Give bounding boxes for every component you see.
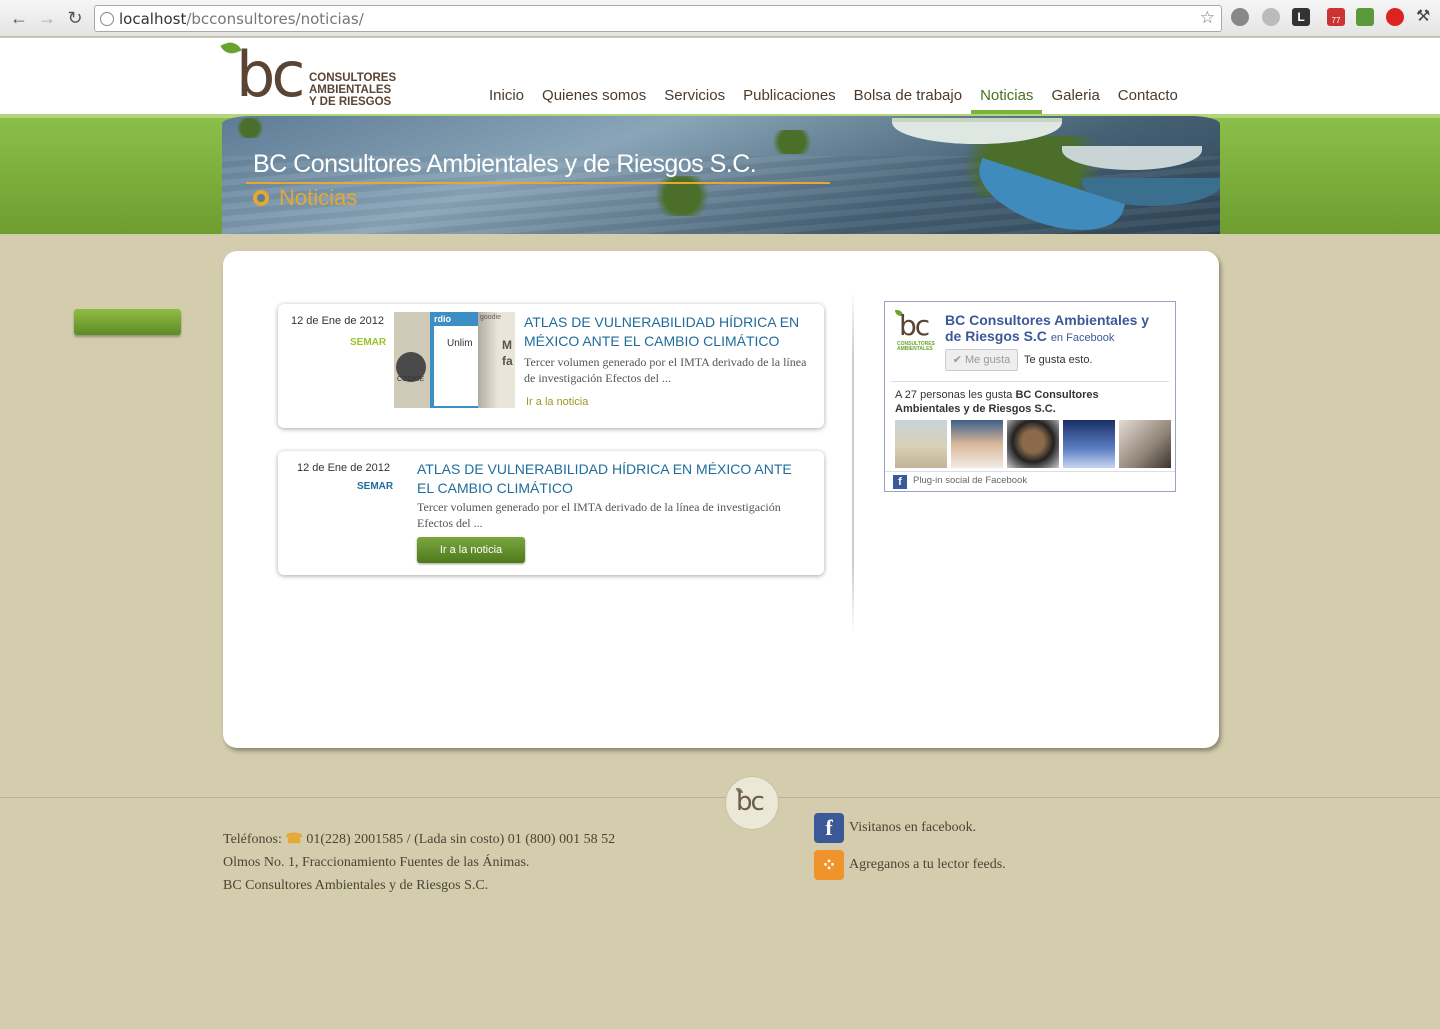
- bookmark-star-icon[interactable]: ☆: [1200, 8, 1215, 28]
- banner-image: BC Consultores Ambientales y de Riesgos …: [222, 116, 1220, 234]
- facebook-you-like-text: Te gusta esto.: [1024, 354, 1093, 366]
- news-date: 12 de Ene de 2012: [297, 462, 390, 474]
- footer-rss-link[interactable]: ⁘ Agreganos a tu lector feeds.: [814, 850, 1006, 880]
- footer-company: BC Consultores Ambientales y de Riesgos …: [223, 878, 489, 893]
- facebook-fan-avatar[interactable]: [951, 420, 1003, 468]
- reload-icon[interactable]: ↻: [64, 7, 86, 29]
- facebook-page-avatar[interactable]: bc CONSULTORES AMBIENTALES: [893, 310, 937, 354]
- banner-title: BC Consultores Ambientales y de Riesgos …: [253, 150, 757, 178]
- extension-globe-icon[interactable]: [1262, 8, 1280, 26]
- sidebar-button[interactable]: [74, 309, 181, 335]
- menu-item-servicios[interactable]: Servicios: [655, 88, 734, 114]
- footer-divider: [0, 797, 1440, 798]
- facebook-fan-avatar[interactable]: [895, 420, 947, 468]
- read-more-button[interactable]: Ir a la noticia: [417, 537, 525, 563]
- bullet-icon: [253, 190, 269, 206]
- column-divider: [852, 290, 854, 635]
- logo-text: CONSULTORES AMBIENTALES Y DE RIESGOS: [309, 72, 397, 108]
- browser-toolbar: ← → ↻ localhost/bcconsultores/noticias/ …: [0, 0, 1440, 37]
- rss-icon: ⁘: [814, 850, 844, 880]
- news-excerpt: Tercer volumen generado por el IMTA deri…: [524, 355, 807, 385]
- footer-address: Olmos No. 1, Fraccionamiento Fuentes de …: [223, 855, 530, 870]
- site-logo[interactable]: bc CONSULTORES AMBIENTALES Y DE RIESGOS: [220, 38, 402, 112]
- facebook-icon: f: [893, 475, 907, 489]
- forward-icon[interactable]: →: [36, 7, 58, 29]
- read-more-link[interactable]: Ir a la noticia: [526, 396, 588, 408]
- menu-item-contacto[interactable]: Contacto: [1109, 88, 1187, 114]
- news-item: 12 de Ene de 2012 SEMAR COOKIE rdio Unli…: [278, 304, 824, 428]
- extension-mail-icon[interactable]: 77: [1327, 8, 1345, 26]
- news-title[interactable]: ATLAS DE VULNERABILIDAD HÍDRICA EN MÉXIC…: [417, 460, 812, 498]
- menu-item-bolsa-de-trabajo[interactable]: Bolsa de trabajo: [845, 88, 971, 114]
- page-icon: [100, 12, 114, 26]
- extension-l-icon[interactable]: L: [1292, 8, 1310, 26]
- site-header: bc CONSULTORES AMBIENTALES Y DE RIESGOS …: [0, 38, 1440, 114]
- news-excerpt: Tercer volumen generado por el IMTA deri…: [417, 500, 781, 530]
- news-item: 12 de Ene de 2012 SEMAR ATLAS DE VULNERA…: [278, 451, 824, 575]
- facebook-fan-avatar[interactable]: [1063, 420, 1115, 468]
- news-thumbnail[interactable]: COOKIE rdio Unlim goodie M fa: [394, 312, 515, 408]
- menu-item-publicaciones[interactable]: Publicaciones: [734, 88, 845, 114]
- main-menu: Inicio Quienes somos Servicios Publicaci…: [480, 88, 1187, 114]
- facebook-fan-avatar[interactable]: [1119, 420, 1171, 468]
- phone-icon: ☎: [285, 832, 303, 847]
- banner-divider: [246, 182, 830, 184]
- news-source[interactable]: SEMAR: [350, 337, 386, 348]
- footer-logo: bc: [725, 776, 779, 830]
- footer-contact: Teléfonos: ☎ 01(228) 2001585 / (Lada sin…: [223, 828, 615, 897]
- facebook-like-button[interactable]: ✔ Me gusta: [945, 349, 1018, 371]
- footer-facebook-link[interactable]: f Visitanos en facebook.: [814, 813, 976, 843]
- address-bar[interactable]: localhost/bcconsultores/noticias/ ☆: [94, 5, 1222, 32]
- menu-item-quienes-somos[interactable]: Quienes somos: [533, 88, 655, 114]
- menu-item-inicio[interactable]: Inicio: [480, 88, 533, 114]
- extension-alert-icon[interactable]: [1386, 8, 1404, 26]
- news-source[interactable]: SEMAR: [357, 481, 393, 492]
- section-title: Noticias: [279, 185, 358, 210]
- news-title[interactable]: ATLAS DE VULNERABILIDAD HÍDRICA EN MÉXIC…: [524, 313, 814, 351]
- wrench-icon[interactable]: ⚒: [1416, 8, 1434, 26]
- facebook-page-name[interactable]: BC Consultores Ambientales y de Riesgos …: [945, 312, 1167, 346]
- back-icon[interactable]: ←: [8, 7, 30, 29]
- facebook-plugin-footer[interactable]: f Plug-in social de Facebook: [885, 471, 1175, 491]
- facebook-fan-avatar[interactable]: [1007, 420, 1059, 468]
- extension-bug-icon[interactable]: [1231, 8, 1249, 26]
- menu-item-noticias[interactable]: Noticias: [971, 88, 1043, 114]
- logo-mark: bc: [236, 38, 305, 111]
- extension-evernote-icon[interactable]: [1356, 8, 1374, 26]
- footer-phones: Teléfonos: ☎ 01(228) 2001585 / (Lada sin…: [223, 832, 616, 847]
- facebook-faces: [895, 420, 1171, 468]
- facebook-like-box: bc CONSULTORES AMBIENTALES BC Consultore…: [884, 301, 1176, 492]
- url-text: localhost/bcconsultores/noticias/: [119, 10, 364, 28]
- facebook-like-count: A 27 personas les gusta BC Consultores A…: [895, 389, 1099, 415]
- facebook-icon: f: [814, 813, 844, 843]
- news-date: 12 de Ene de 2012: [291, 315, 384, 327]
- menu-item-galeria[interactable]: Galeria: [1042, 88, 1108, 114]
